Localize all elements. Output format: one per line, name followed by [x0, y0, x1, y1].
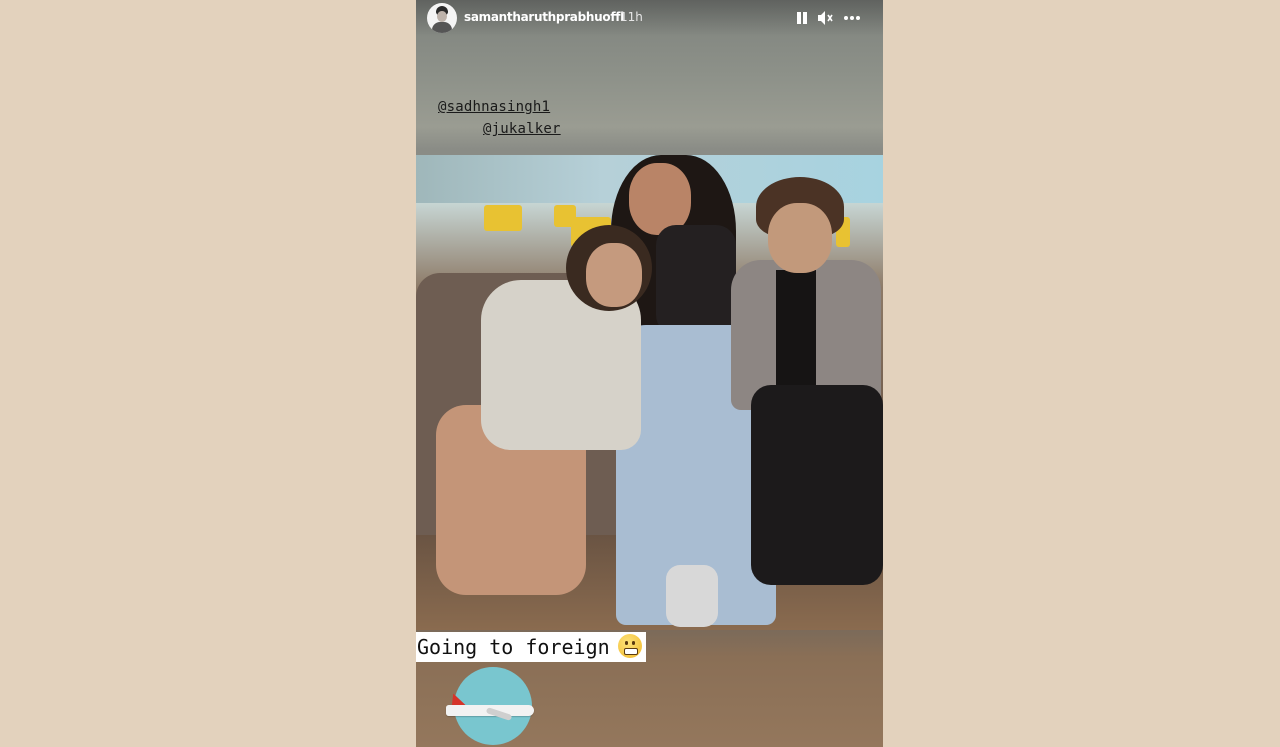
- page-background: samantharuthprabhuoffl 11h @sadhnasingh1…: [0, 0, 1280, 747]
- speaker-icon[interactable]: [816, 9, 836, 27]
- story-viewer[interactable]: samantharuthprabhuoffl 11h @sadhnasingh1…: [416, 0, 883, 747]
- story-timestamp: 11h: [620, 10, 643, 24]
- grimacing-face-icon: [617, 634, 642, 658]
- mention-tag[interactable]: @sadhnasingh1: [438, 99, 550, 115]
- story-header: samantharuthprabhuoffl 11h: [416, 0, 883, 36]
- more-options-icon[interactable]: [843, 9, 863, 27]
- mention-tag[interactable]: @jukalker: [483, 121, 561, 137]
- caption-text: Going to foreign: [417, 635, 610, 659]
- pause-icon[interactable]: [796, 9, 808, 27]
- avatar[interactable]: [427, 3, 457, 33]
- story-caption: Going to foreign: [416, 632, 646, 662]
- airplane-sticker-icon[interactable]: [445, 667, 566, 747]
- story-username[interactable]: samantharuthprabhuoffl: [464, 10, 624, 24]
- story-photo: [416, 155, 883, 630]
